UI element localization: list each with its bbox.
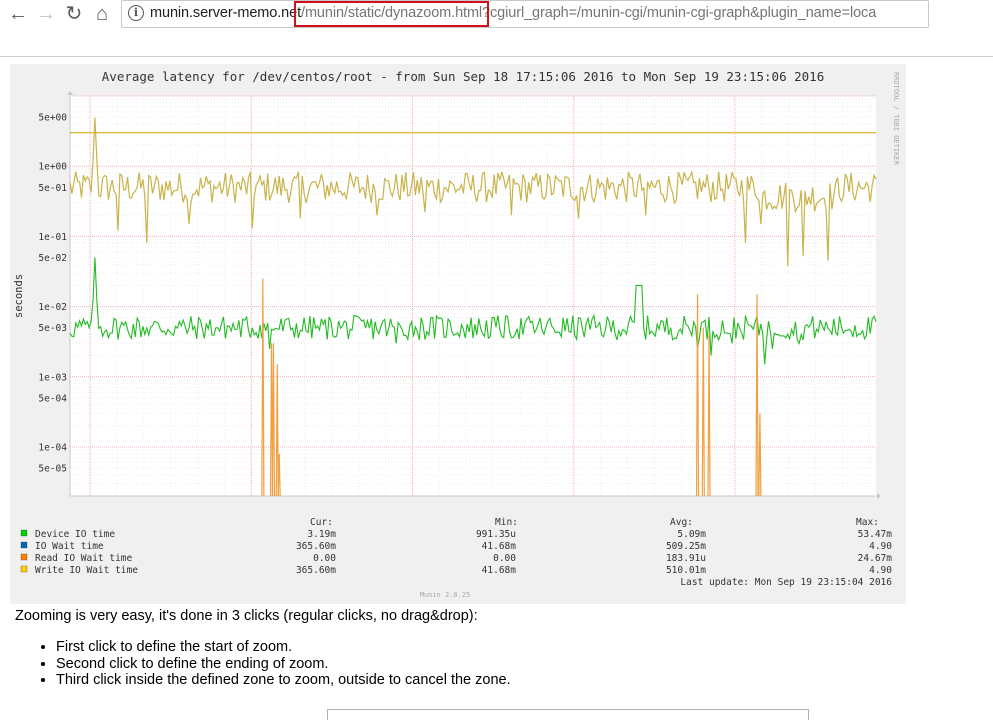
y-tick-label: 1e-02 xyxy=(38,302,67,313)
legend-avg: 510.01m xyxy=(666,565,706,576)
legend-name: Device IO time xyxy=(35,529,115,540)
home-icon[interactable]: ⌂ xyxy=(90,2,114,26)
legend-max: 4.90 xyxy=(869,541,892,552)
legend: Cur: Min: Avg: Max: Device IO time 3.19m 9… xyxy=(20,517,893,576)
stats-header-max: Max: xyxy=(856,517,879,528)
legend-min: 991.35u xyxy=(476,529,516,540)
stats-header-cur: Cur: xyxy=(310,517,333,528)
zoom-form-box xyxy=(327,709,809,720)
instruction-step: Third click inside the defined zone to z… xyxy=(56,672,975,689)
forward-icon[interactable]: → xyxy=(34,2,58,26)
legend-swatch xyxy=(20,553,28,561)
legend-cur: 365.60m xyxy=(296,541,336,552)
y-tick-label: 5e-02 xyxy=(38,253,67,264)
munin-graph[interactable]: Average latency for /dev/centos/root - f… xyxy=(10,64,906,604)
legend-name: IO Wait time xyxy=(35,541,104,552)
legend-min: 41.68m xyxy=(482,541,517,552)
plot-area[interactable] xyxy=(70,96,876,496)
legend-name: Write IO Wait time xyxy=(35,565,138,576)
url-text[interactable]: munin.server-memo.net/munin/static/dynaz… xyxy=(150,5,876,21)
url-path: /munin/static/dynazoom.html? xyxy=(301,5,491,21)
legend-name: Read IO Wait time xyxy=(35,553,133,564)
legend-cur: 3.19m xyxy=(307,529,336,540)
legend-avg: 183.91u xyxy=(666,553,706,564)
y-tick-label: 1e-01 xyxy=(38,232,67,243)
y-tick-label: 5e-05 xyxy=(38,464,67,475)
legend-cur: 365.60m xyxy=(296,565,336,576)
chart-title: Average latency for /dev/centos/root - f… xyxy=(102,69,824,84)
legend-cur: 0.00 xyxy=(313,553,336,564)
url-query: cgiurl_graph=/munin-cgi/munin-cgi-graph&… xyxy=(490,5,877,21)
legend-max: 24.67m xyxy=(858,553,893,564)
browser-toolbar: ← → ↻ ⌂ i munin.server-memo.net/munin/st… xyxy=(0,0,993,57)
y-tick-label: 1e+00 xyxy=(38,162,67,173)
munin-version: Munin 2.0.25 xyxy=(420,591,471,599)
instruction-step: Second click to define the ending of zoo… xyxy=(56,656,975,673)
legend-max: 4.90 xyxy=(869,565,892,576)
address-bar[interactable]: i munin.server-memo.net/munin/static/dyn… xyxy=(121,0,929,28)
y-tick-label: 1e-03 xyxy=(38,372,67,383)
y-tick-label: 5e-04 xyxy=(38,393,67,404)
latency-chart[interactable]: Average latency for /dev/centos/root - f… xyxy=(10,64,906,604)
rrdtool-watermark: RRDTOOL / TOBI OETIKER xyxy=(892,72,900,166)
instruction-step: First click to define the start of zoom. xyxy=(56,639,975,656)
legend-swatch xyxy=(20,529,28,537)
legend-max: 53.47m xyxy=(858,529,893,540)
instructions-list: First click to define the start of zoom.… xyxy=(15,639,975,689)
legend-avg: 5.09m xyxy=(677,529,706,540)
legend-min: 0.00 xyxy=(493,553,516,564)
back-icon[interactable]: ← xyxy=(6,2,30,26)
y-tick-label: 5e-03 xyxy=(38,323,67,334)
zoom-instructions: Zooming is very easy, it's done in 3 cli… xyxy=(15,607,975,689)
y-tick-label: 5e-01 xyxy=(38,183,67,194)
legend-swatch xyxy=(20,565,28,573)
reload-icon[interactable]: ↻ xyxy=(62,2,86,26)
url-host: munin.server-memo.net xyxy=(150,5,302,21)
y-tick-labels: 5e+00 1e+00 5e-01 1e-01 5e-02 1e-02 5e-03 1e-03… xyxy=(38,113,67,475)
legend-swatch xyxy=(20,541,28,549)
last-update: Last update: Mon Sep 19 23:15:04 2016 xyxy=(680,577,892,588)
y-tick-label: 5e+00 xyxy=(38,113,67,124)
y-tick-label: 1e-04 xyxy=(38,442,67,453)
info-icon[interactable]: i xyxy=(128,5,144,21)
x-axis-arrow xyxy=(877,493,881,499)
legend-avg: 509.25m xyxy=(666,541,706,552)
stats-header-min: Min: xyxy=(495,517,518,528)
y-axis-label: seconds xyxy=(13,274,25,318)
legend-min: 41.68m xyxy=(482,565,517,576)
instructions-intro: Zooming is very easy, it's done in 3 cli… xyxy=(15,608,478,624)
y-axis-arrow xyxy=(67,91,73,95)
stats-header-avg: Avg: xyxy=(670,517,693,528)
